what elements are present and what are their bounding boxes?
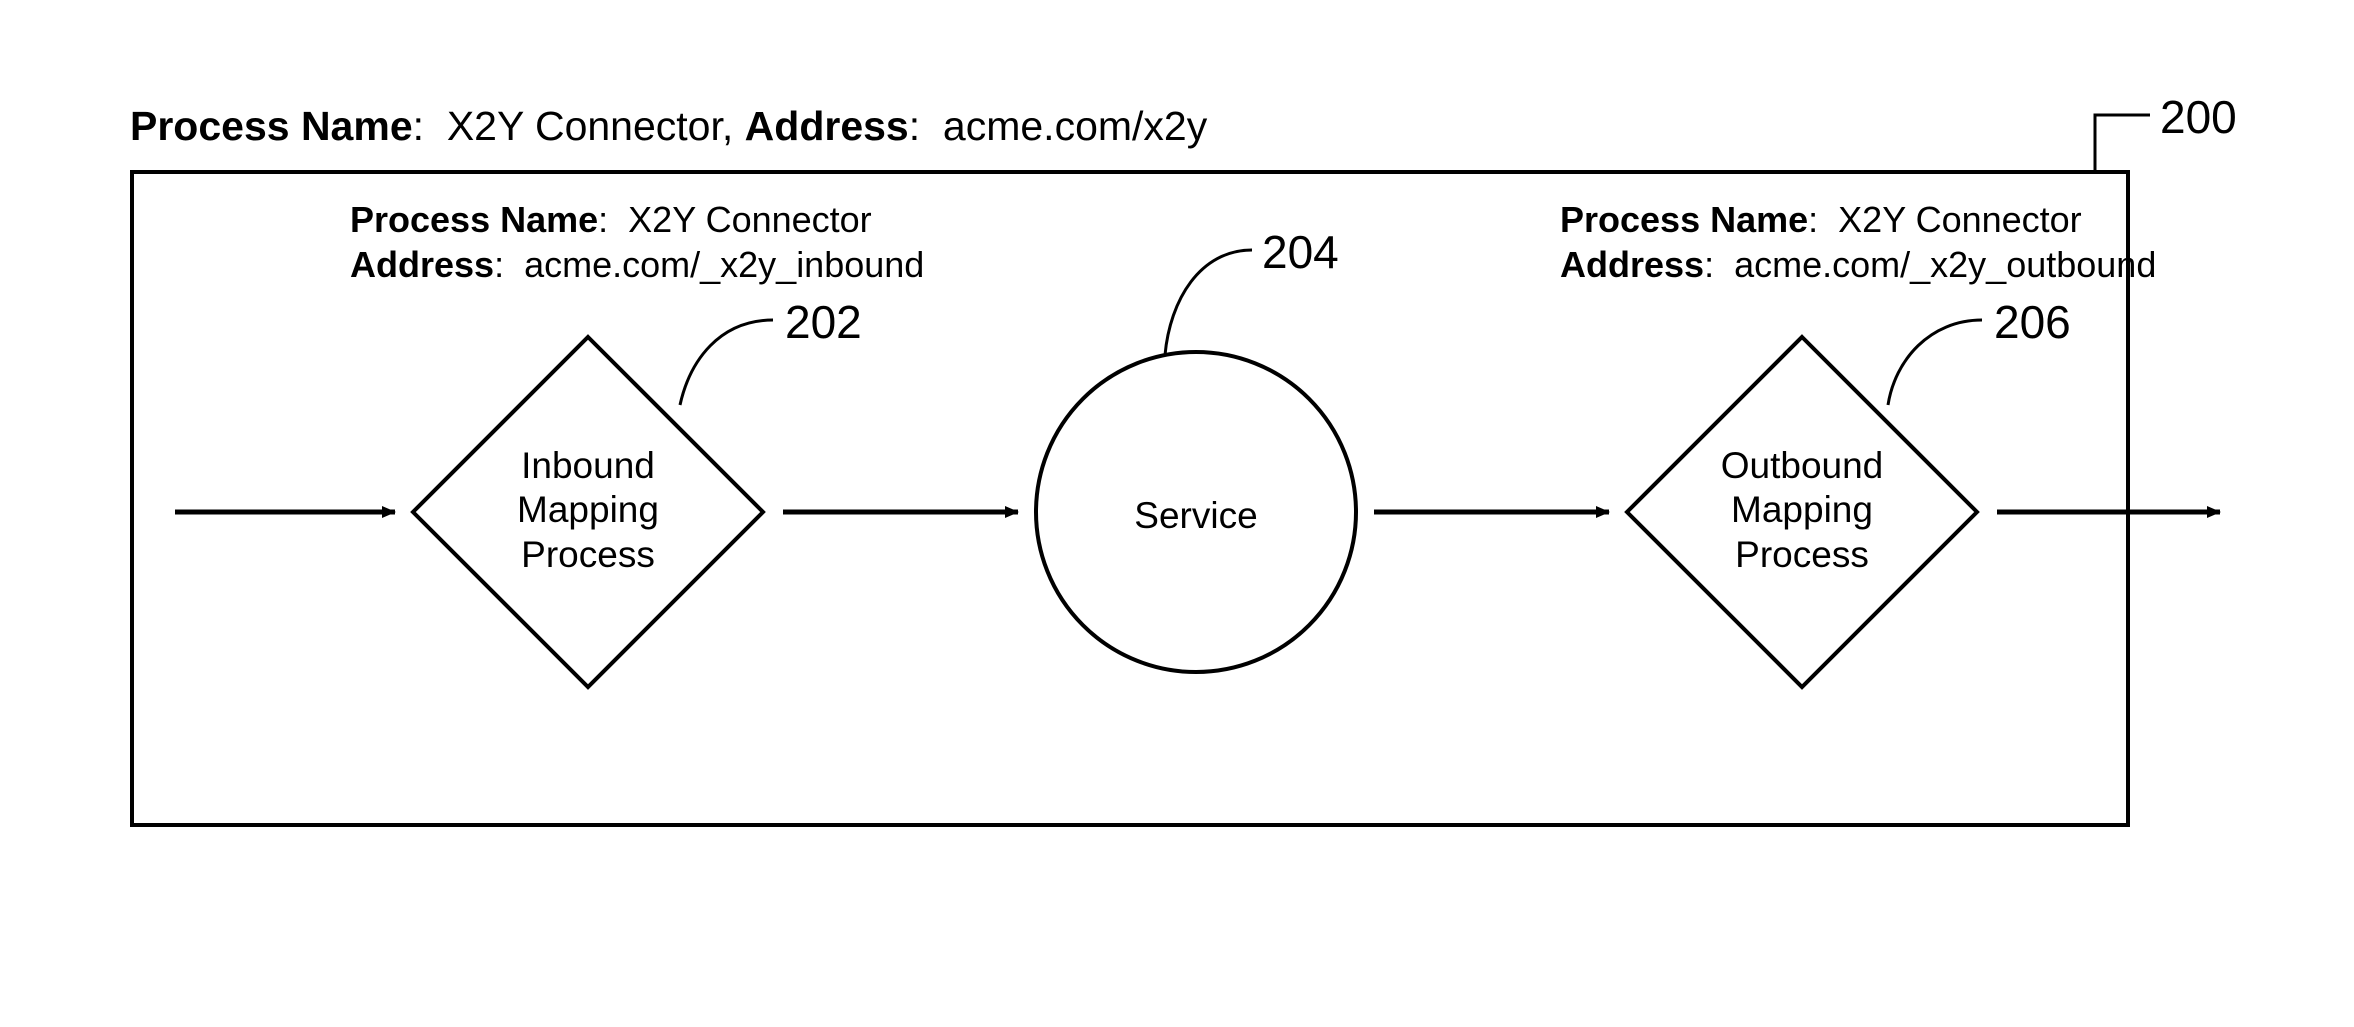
outbound-diamond-text: Outbound Mapping Process <box>1682 444 1922 577</box>
service-circle-text: Service <box>1111 494 1281 538</box>
outbound-info-block: Process Name: X2Y Connector Address: acm… <box>1560 197 2156 287</box>
container-header: Process Name: X2Y Connector, Address: ac… <box>130 103 1207 150</box>
inbound-address-value: acme.com/_x2y_inbound <box>524 244 924 285</box>
outbound-diamond-line3: Process <box>1682 533 1922 577</box>
diagram-canvas: Process Name: X2Y Connector, Address: ac… <box>0 0 2354 1027</box>
callout-206: 206 <box>1994 295 2071 349</box>
inbound-diamond-line3: Process <box>478 533 698 577</box>
outbound-address-label: Address <box>1560 244 1704 285</box>
leader-200 <box>2095 115 2150 170</box>
header-colon-1: : <box>413 103 447 149</box>
callout-202: 202 <box>785 295 862 349</box>
header-process-name-label: Process Name <box>130 103 413 149</box>
header-process-name-value: X2Y Connector <box>447 103 722 149</box>
outbound-diamond-line2: Mapping <box>1682 488 1922 532</box>
outbound-process-name-label: Process Name <box>1560 199 1808 240</box>
outbound-diamond-line1: Outbound <box>1682 444 1922 488</box>
callout-204: 204 <box>1262 225 1339 279</box>
inbound-diamond-line2: Mapping <box>478 488 698 532</box>
outbound-address-value: acme.com/_x2y_outbound <box>1734 244 2156 285</box>
callout-200: 200 <box>2160 90 2237 144</box>
header-address-value: acme.com/x2y <box>943 103 1207 149</box>
header-address-label: Address <box>745 103 909 149</box>
header-colon-2: : <box>909 103 943 149</box>
outbound-process-name-value: X2Y Connector <box>1838 199 2082 240</box>
outbound-address-row: Address: acme.com/_x2y_outbound <box>1560 242 2156 287</box>
service-label: Service <box>1111 494 1281 538</box>
inbound-process-name-row: Process Name: X2Y Connector <box>350 197 924 242</box>
inbound-address-label: Address <box>350 244 494 285</box>
outbound-process-name-row: Process Name: X2Y Connector <box>1560 197 2156 242</box>
header-comma: , <box>722 103 745 149</box>
inbound-process-name-label: Process Name <box>350 199 598 240</box>
inbound-diamond-line1: Inbound <box>478 444 698 488</box>
inbound-info-block: Process Name: X2Y Connector Address: acm… <box>350 197 924 287</box>
inbound-diamond-text: Inbound Mapping Process <box>478 444 698 577</box>
inbound-address-row: Address: acme.com/_x2y_inbound <box>350 242 924 287</box>
inbound-process-name-value: X2Y Connector <box>628 199 872 240</box>
